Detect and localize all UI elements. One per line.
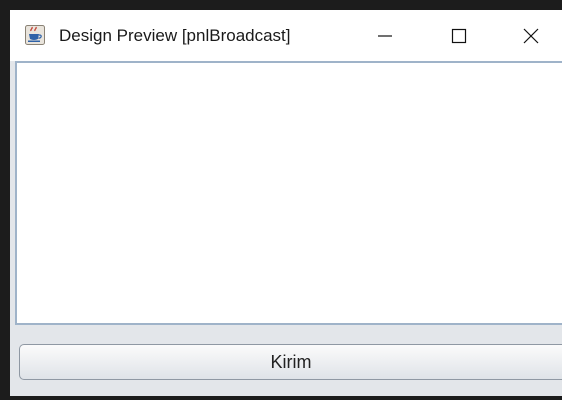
close-button[interactable] bbox=[516, 22, 546, 50]
minimize-button[interactable] bbox=[370, 22, 400, 50]
design-preview-window: Design Preview [pnlBroadcast] Kirim bbox=[10, 10, 562, 396]
window-title: Design Preview [pnlBroadcast] bbox=[59, 26, 291, 45]
title-bar[interactable]: Design Preview [pnlBroadcast] bbox=[10, 10, 562, 61]
maximize-icon bbox=[451, 28, 467, 44]
broadcast-panel: Kirim bbox=[10, 61, 562, 396]
minimize-icon bbox=[378, 35, 392, 37]
close-icon bbox=[523, 28, 539, 44]
java-coffee-cup-icon[interactable] bbox=[25, 25, 45, 45]
maximize-button[interactable] bbox=[444, 22, 474, 50]
broadcast-text-area[interactable] bbox=[15, 61, 562, 325]
send-button[interactable]: Kirim bbox=[19, 344, 562, 380]
